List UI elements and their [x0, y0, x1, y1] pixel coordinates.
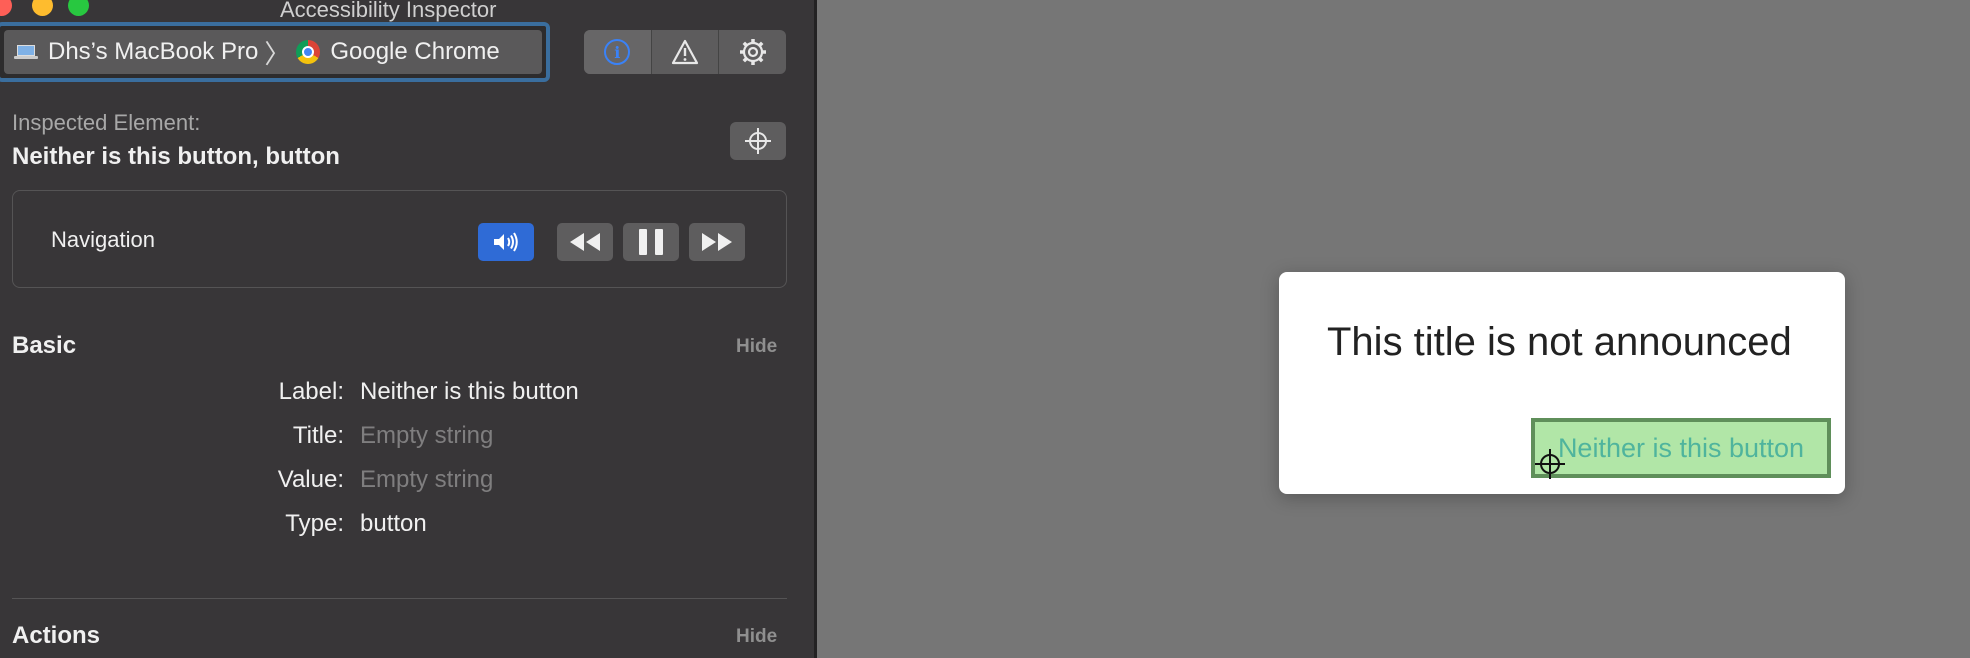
target-chooser-content[interactable]: Dhs’s MacBook Pro 〉 Google Chrome	[4, 30, 542, 74]
property-row-label: Label: Neither is this button	[0, 378, 814, 412]
target-chooser[interactable]: Dhs’s MacBook Pro 〉 Google Chrome	[0, 22, 550, 82]
property-value: Empty string	[360, 466, 494, 493]
navigation-label: Navigation	[51, 227, 155, 252]
inspected-element-label: Inspected Element:	[12, 110, 201, 135]
property-value: Neither is this button	[360, 378, 579, 405]
info-icon: i	[604, 39, 631, 65]
actions-section-title: Actions	[12, 622, 101, 649]
warning-icon	[671, 39, 699, 65]
basic-section-title: Basic	[12, 332, 77, 359]
next-element-button[interactable]	[689, 223, 745, 261]
close-window-button[interactable]	[0, 0, 12, 16]
target-app-label: Google Chrome	[330, 38, 500, 65]
speak-button[interactable]	[478, 223, 534, 261]
navigation-box: Navigation	[12, 190, 787, 288]
inspector-mode-toolbar: i	[584, 30, 786, 74]
fast-forward-icon	[702, 233, 732, 251]
inspected-element-name: Neither is this button, button	[12, 143, 340, 170]
pause-button[interactable]	[623, 223, 679, 261]
pause-icon	[639, 229, 663, 255]
minimize-window-button[interactable]	[32, 0, 53, 16]
property-row-value: Value: Empty string	[0, 466, 814, 500]
previous-element-button[interactable]	[557, 223, 613, 261]
property-value: button	[360, 510, 427, 537]
point-to-inspect-button[interactable]	[730, 122, 786, 160]
chevron-right-icon: 〉	[264, 38, 291, 69]
basic-hide-button[interactable]: Hide	[736, 336, 777, 358]
actions-hide-button[interactable]: Hide	[736, 626, 777, 648]
property-row-type: Type: button	[0, 510, 814, 544]
window-title: Accessibility Inspector	[280, 0, 497, 22]
property-row-title: Title: Empty string	[0, 422, 814, 456]
property-key: Value:	[277, 466, 344, 493]
audit-tab[interactable]	[652, 30, 720, 74]
rewind-icon	[570, 233, 600, 251]
property-value: Empty string	[360, 422, 494, 449]
laptop-icon	[14, 45, 38, 59]
speaker-icon	[494, 232, 518, 252]
accessibility-inspector-panel: Accessibility Inspector Dhs’s MacBook Pr…	[0, 0, 814, 658]
section-divider	[12, 598, 787, 599]
gear-icon	[739, 39, 766, 65]
dialog-title: This title is not announced	[1327, 320, 1792, 364]
settings-tab[interactable]	[719, 30, 786, 74]
target-device-label: Dhs’s MacBook Pro	[48, 38, 259, 65]
chrome-icon	[296, 40, 321, 64]
property-key: Type:	[285, 510, 344, 537]
inspection-tab[interactable]: i	[584, 30, 652, 74]
crosshair-icon	[745, 128, 771, 154]
crosshair-cursor-icon	[1535, 449, 1565, 479]
panel-divider[interactable]	[814, 0, 817, 658]
zoom-window-button[interactable]	[68, 0, 89, 16]
property-key: Label:	[278, 378, 344, 405]
dialog-button[interactable]: Neither is this button	[1531, 418, 1831, 478]
property-key: Title:	[292, 422, 344, 449]
